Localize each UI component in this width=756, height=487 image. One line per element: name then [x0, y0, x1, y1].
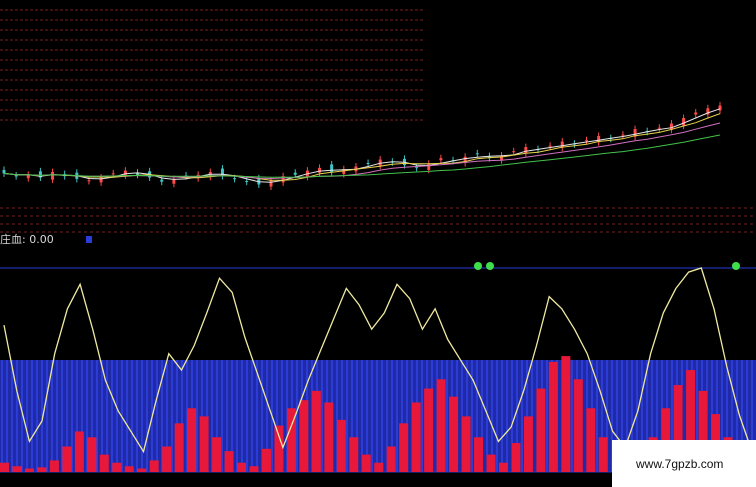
red-bar [224, 451, 234, 472]
candle-body [512, 151, 516, 153]
red-bar [523, 416, 533, 472]
candle-body [585, 140, 589, 142]
candle-body [694, 112, 698, 115]
red-bar [424, 388, 434, 472]
red-bar [212, 437, 222, 472]
red-bar [49, 460, 59, 472]
red-bar [199, 416, 209, 472]
red-bar [74, 431, 84, 472]
red-bar [598, 437, 608, 472]
candle-body [245, 181, 249, 182]
red-bar [386, 446, 396, 472]
candle-body [682, 118, 686, 126]
red-bar [137, 468, 147, 472]
red-bar [162, 446, 172, 472]
red-bar [124, 466, 134, 472]
candle-body [318, 167, 322, 173]
ma-line-yellow [3, 113, 721, 181]
red-bar [399, 423, 409, 472]
watermark: www.7gpzb.com [612, 440, 756, 487]
red-bar [174, 423, 184, 472]
candle-body [621, 134, 625, 136]
ma-line-pink [3, 122, 721, 180]
candle-body [220, 168, 224, 177]
candle-body [415, 167, 419, 169]
candle-body [2, 169, 6, 174]
red-bar [324, 402, 334, 472]
red-bar [0, 462, 9, 472]
red-bar [548, 361, 558, 472]
red-bar [411, 402, 421, 472]
candle-body [439, 158, 443, 161]
candle-body [51, 172, 55, 180]
candle-body [160, 179, 164, 182]
candle-body [233, 178, 237, 180]
red-bar [486, 454, 496, 472]
signal-marker [732, 262, 740, 270]
red-bar [149, 460, 159, 472]
candle-body [123, 170, 127, 176]
red-bar [299, 400, 309, 472]
red-bar [586, 408, 596, 472]
stock-chart-canvas: 庄血: 0.00 www.7gpzb.com [0, 9, 756, 487]
red-bar [536, 388, 546, 472]
candle-body [366, 163, 370, 164]
red-bar [237, 462, 247, 472]
candle-body [293, 172, 297, 175]
red-bar [274, 425, 284, 472]
candle-body [14, 175, 18, 177]
candle-body [269, 180, 273, 187]
red-bar [87, 437, 97, 472]
red-bar [436, 379, 446, 472]
candle-body [524, 147, 528, 154]
ma-line-green [3, 134, 721, 178]
red-bar [112, 462, 122, 472]
red-bar [12, 466, 22, 472]
watermark-text: www.7gpzb.com [635, 457, 723, 471]
candle-body [475, 153, 479, 155]
red-bar [474, 437, 484, 472]
red-bar [573, 379, 583, 472]
candle-body [87, 180, 91, 182]
signal-marker [486, 262, 494, 270]
red-bar [498, 462, 508, 472]
red-bar [336, 419, 346, 472]
red-bar [261, 448, 271, 472]
red-bar [37, 467, 47, 472]
price-gridlines [0, 9, 756, 233]
red-bar [361, 454, 371, 472]
red-bar [311, 390, 321, 472]
red-bar [449, 396, 459, 472]
red-bar [62, 446, 72, 472]
candle-body [427, 163, 431, 170]
red-bar [461, 416, 471, 472]
indicator-color-swatch [86, 236, 92, 243]
red-bar [561, 356, 571, 472]
red-bar [349, 437, 359, 472]
red-bar [24, 468, 34, 472]
red-bar [249, 466, 259, 472]
candle-body [548, 145, 552, 147]
candle-body [330, 164, 334, 172]
candle-body [111, 173, 115, 175]
red-bar [99, 454, 109, 472]
red-bar [187, 408, 197, 472]
red-bar [511, 443, 521, 472]
candle-body [657, 127, 661, 129]
red-bar [374, 462, 384, 472]
signal-marker [474, 262, 482, 270]
indicator-label: 庄血: 0.00 [0, 232, 54, 246]
